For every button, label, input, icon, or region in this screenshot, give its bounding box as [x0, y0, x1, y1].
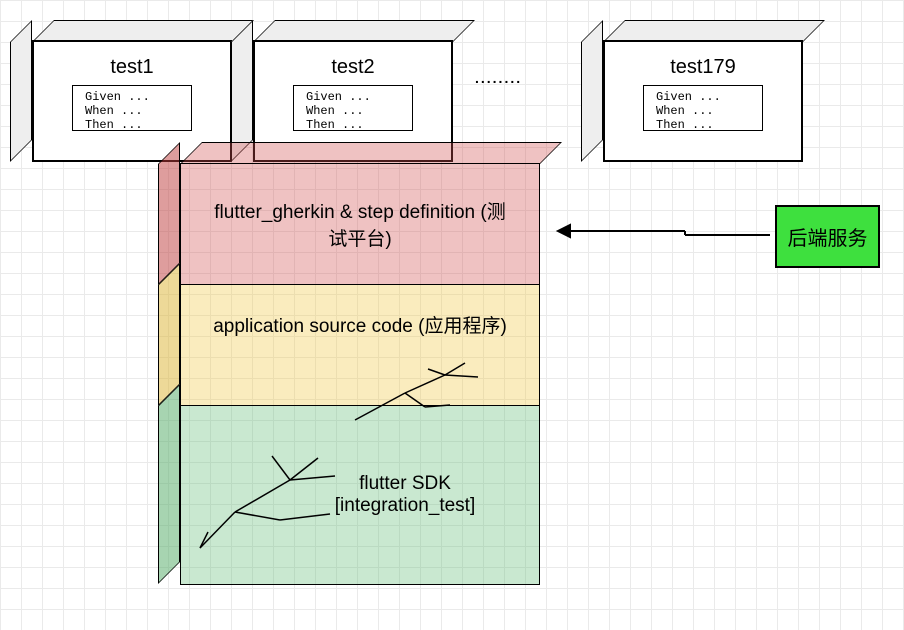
code-line: Given ...	[306, 90, 400, 104]
backend-service: 后端服务	[775, 205, 880, 268]
test-box-top	[253, 20, 475, 42]
layer-label: flutter SDK [integration_test]	[299, 473, 511, 517]
test-box-3: test179 Given ... When ... Then ...	[603, 40, 803, 162]
code-line: Given ...	[656, 90, 750, 104]
backend-label: 后端服务	[788, 222, 868, 251]
test-box-side	[10, 20, 32, 162]
layer-label: flutter_gherkin & step definition (测试平台)	[209, 197, 511, 251]
test-box-side	[231, 20, 253, 162]
layer-app-source: application source code (应用程序)	[180, 284, 540, 406]
test-box-top	[603, 20, 825, 42]
arrow-backend-to-gherkin	[540, 218, 775, 248]
code-line: Then ...	[306, 118, 400, 131]
layer-flutter-sdk: flutter SDK [integration_test]	[180, 405, 540, 585]
code-line: Then ...	[656, 118, 750, 131]
code-line: Given ...	[85, 90, 179, 104]
layer-gherkin: flutter_gherkin & step definition (测试平台)	[180, 163, 540, 285]
layer-label: application source code (应用程序)	[213, 311, 507, 338]
stack-side-yellow	[158, 263, 180, 406]
code-line: Then ...	[85, 118, 179, 131]
test-box-code: Given ... When ... Then ...	[643, 85, 763, 131]
test-box-top	[32, 20, 254, 42]
code-line: When ...	[85, 104, 179, 118]
code-line: When ...	[306, 104, 400, 118]
ellipsis: ........	[475, 70, 522, 86]
test-box-code: Given ... When ... Then ...	[72, 85, 192, 131]
code-line: When ...	[656, 104, 750, 118]
stack-side-red	[158, 142, 180, 285]
stack-side-green	[158, 384, 180, 584]
stack-top-cap	[180, 142, 562, 164]
test-box-code: Given ... When ... Then ...	[293, 85, 413, 131]
test-box-title: test2	[331, 56, 374, 79]
test-box-title: test179	[670, 56, 736, 79]
test-box-title: test1	[110, 56, 153, 79]
test-box-side	[581, 20, 603, 162]
